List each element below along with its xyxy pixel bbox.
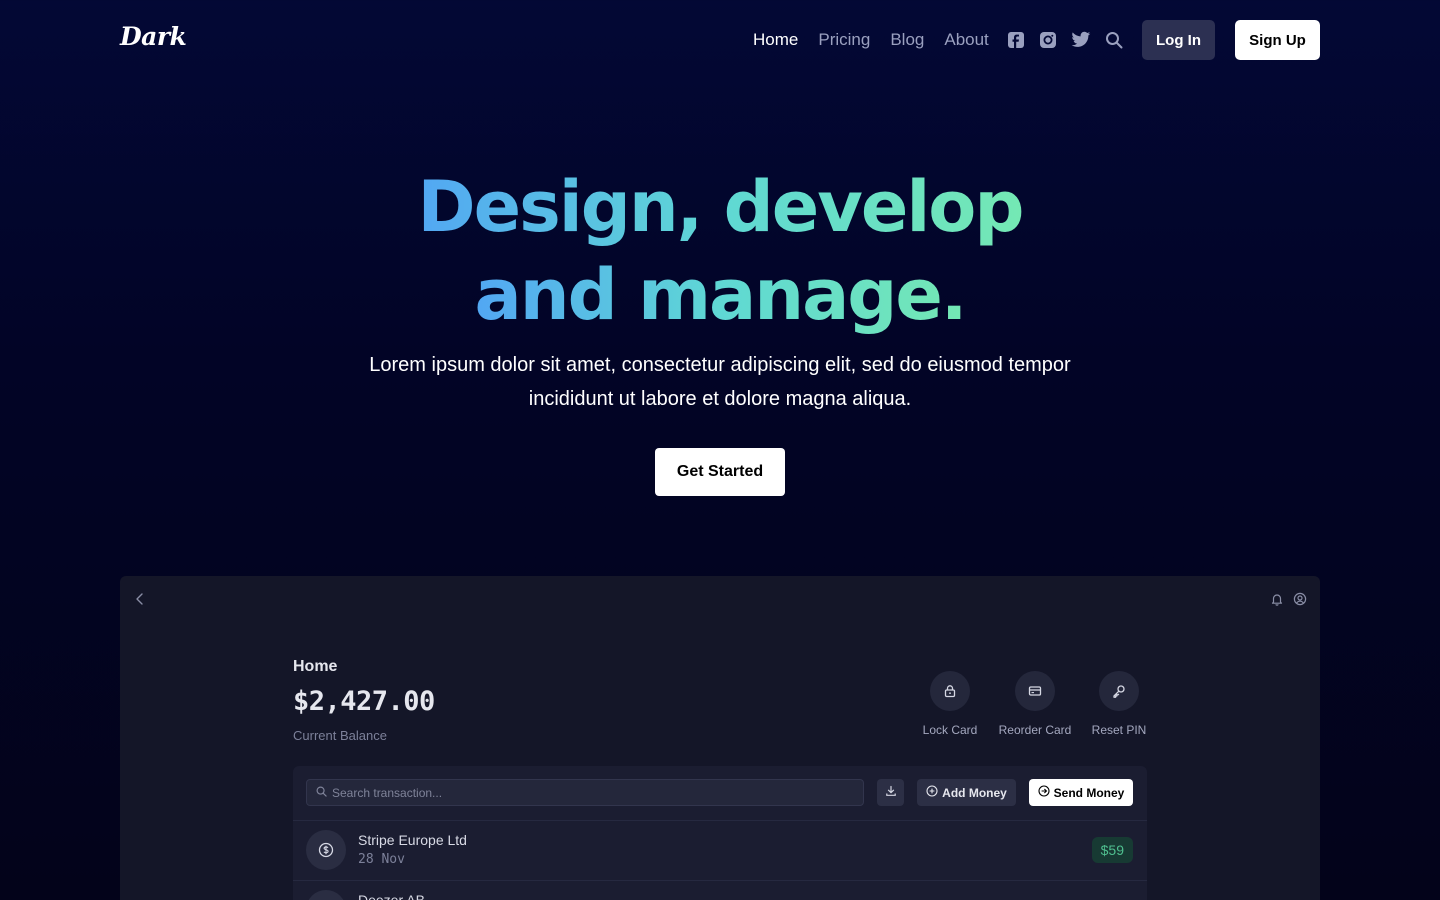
get-started-button[interactable]: Get Started (655, 448, 785, 496)
instagram-icon[interactable] (1038, 30, 1058, 50)
bell-icon[interactable] (1270, 592, 1284, 606)
top-navbar: Dark Home Pricing Blog About Log In Sign… (0, 0, 1440, 80)
transactions-panel: Add Money Send Money Stripe Europe Ltd 2… (293, 766, 1147, 900)
logo[interactable]: Dark (120, 22, 187, 51)
login-button[interactable]: Log In (1142, 20, 1215, 60)
nav-link-pricing[interactable]: Pricing (818, 29, 870, 51)
transaction-date: 28 Nov (358, 852, 405, 867)
transaction-icon (306, 890, 346, 900)
nav-link-home[interactable]: Home (753, 29, 798, 51)
add-money-label: Add Money (942, 785, 1007, 800)
lock-icon (930, 671, 970, 711)
hero-title-line2: and manage. (474, 254, 968, 336)
lock-card-label: Lock Card (922, 723, 978, 737)
app-preview: Home $2,427.00 Current Balance Lock Card… (120, 576, 1320, 900)
divider (293, 880, 1147, 881)
reset-pin-label: Reset PIN (1091, 723, 1147, 737)
back-chevron-icon[interactable] (134, 592, 146, 606)
credit-card-icon (1015, 671, 1055, 711)
plus-circle-icon (926, 785, 938, 800)
search-icon[interactable] (1104, 30, 1124, 50)
reorder-card-label: Reorder Card (998, 723, 1072, 737)
key-icon (1099, 671, 1139, 711)
download-icon (885, 785, 897, 800)
app-page-title: Home (293, 658, 338, 675)
nav-links: Home Pricing Blog About (753, 29, 989, 51)
lock-card-action[interactable]: Lock Card (922, 671, 978, 737)
transaction-search[interactable] (306, 779, 864, 806)
nav-link-about[interactable]: About (944, 29, 988, 51)
transaction-name: Deezer AB (358, 892, 425, 900)
balance-amount: $2,427.00 (293, 686, 435, 717)
hero-title-line1: Design, develop (417, 166, 1024, 248)
twitter-icon[interactable] (1071, 30, 1091, 50)
arrow-circle-icon (1038, 785, 1050, 800)
transaction-name: Stripe Europe Ltd (358, 832, 467, 848)
dollar-icon (306, 830, 346, 870)
hero-subtitle: Lorem ipsum dolor sit amet, consectetur … (369, 354, 1071, 410)
reorder-card-action[interactable]: Reorder Card (995, 671, 1075, 737)
balance-label: Current Balance (293, 728, 387, 743)
signup-button[interactable]: Sign Up (1235, 20, 1320, 60)
nav-link-blog[interactable]: Blog (890, 29, 924, 51)
facebook-icon[interactable] (1006, 30, 1026, 50)
transaction-search-input[interactable] (332, 785, 832, 800)
user-circle-icon[interactable] (1293, 592, 1307, 606)
download-button[interactable] (877, 779, 904, 806)
transaction-amount: $59 (1091, 837, 1133, 863)
send-money-label: Send Money (1053, 785, 1125, 800)
add-money-button[interactable]: Add Money (917, 779, 1016, 806)
divider (293, 820, 1147, 821)
reset-pin-action[interactable]: Reset PIN (1089, 671, 1149, 737)
send-money-button[interactable]: Send Money (1029, 779, 1133, 806)
hero-title: Design, develop and manage. (0, 163, 1440, 339)
search-icon (316, 784, 327, 802)
